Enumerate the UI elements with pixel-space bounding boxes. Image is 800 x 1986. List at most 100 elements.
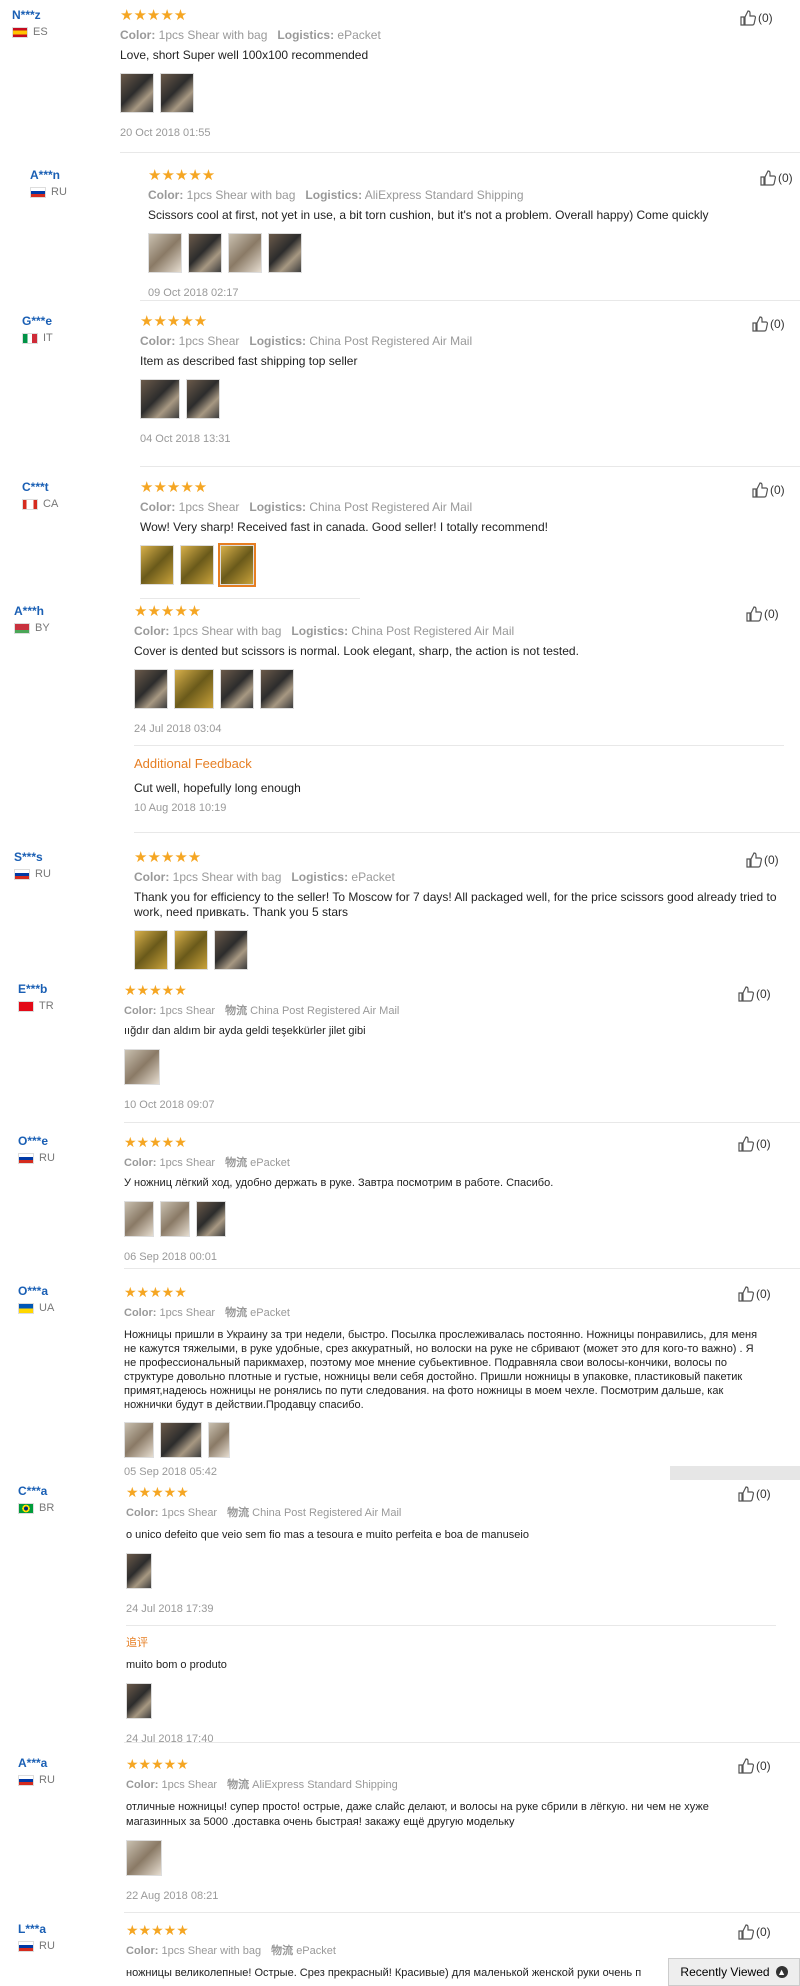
- country-code: ES: [33, 26, 48, 38]
- review-item: O***e RU ★★★★★ Color: 1pcs Shear 物流 ePack…: [0, 1126, 800, 1266]
- flag-icon: [22, 498, 38, 510]
- helpful-count: (0): [764, 607, 779, 621]
- review-photo[interactable]: [124, 1201, 154, 1237]
- logistics-label: 物流: [225, 1157, 248, 1169]
- review-photo[interactable]: [126, 1683, 152, 1719]
- thumbs-up-icon: [752, 482, 768, 498]
- helpful-button[interactable]: (0): [760, 170, 793, 186]
- chevron-up-icon: ▲: [775, 1966, 788, 1978]
- helpful-count: (0): [770, 317, 785, 331]
- review-photo[interactable]: [186, 379, 220, 419]
- thumbs-up-icon: [738, 1136, 754, 1152]
- review-text: Cover is dented but scissors is normal. …: [134, 644, 579, 658]
- review-photo[interactable]: [188, 233, 222, 273]
- review-photo[interactable]: [228, 233, 262, 273]
- review-photo[interactable]: [126, 1553, 152, 1589]
- review-content: ★★★★★ Color: 1pcs Shear 物流 China Post Reg…: [124, 982, 744, 1111]
- review-meta: Color: 1pcs Shear Logistics: China Post R…: [140, 500, 740, 514]
- logistics-label: Logistics:: [291, 624, 349, 638]
- divider: [134, 832, 800, 833]
- review-photo[interactable]: [214, 930, 248, 970]
- review-photo[interactable]: [174, 669, 214, 709]
- review-photo[interactable]: [160, 73, 194, 113]
- review-photo[interactable]: [160, 1201, 190, 1237]
- review-photo[interactable]: [208, 1422, 230, 1458]
- logistics-value: AliExpress Standard Shipping: [252, 1779, 398, 1791]
- review-photo[interactable]: [260, 669, 294, 709]
- review-photo[interactable]: [160, 1422, 202, 1458]
- review-photo-selected[interactable]: [218, 543, 256, 587]
- helpful-button[interactable]: (0): [746, 606, 779, 622]
- reviewer-name: A***h: [14, 604, 45, 618]
- logistics-label: Logistics:: [291, 870, 349, 884]
- helpful-button[interactable]: (0): [752, 482, 785, 498]
- reviewer-name: N***z: [12, 8, 41, 22]
- review-item: N***z ES ★★★★★ Color: 1pcs Shear with ba…: [0, 0, 800, 150]
- flag-icon: [18, 1940, 34, 1952]
- review-photo[interactable]: [268, 233, 302, 273]
- logistics-value: ePacket: [250, 1307, 290, 1319]
- logistics-label: Logistics:: [249, 500, 307, 514]
- review-photo[interactable]: [120, 73, 154, 113]
- reviewer-info: C***a BR: [18, 1484, 54, 1514]
- helpful-button[interactable]: (0): [738, 1486, 771, 1502]
- review-photo[interactable]: [148, 233, 182, 273]
- logistics-label: Logistics:: [305, 188, 363, 202]
- rating-stars: ★★★★★: [134, 849, 202, 866]
- color-label: Color:: [126, 1779, 159, 1791]
- review-photos: [148, 233, 748, 273]
- flag-icon: [18, 1000, 34, 1012]
- review-meta: Color: 1pcs Shear 物流 China Post Registere…: [126, 1504, 746, 1520]
- thumbs-up-icon: [738, 1486, 754, 1502]
- reviewer-country: RU: [18, 1774, 55, 1786]
- flag-icon: [18, 1774, 34, 1786]
- reviewer-name: A***n: [30, 168, 61, 182]
- reviewer-name: E***b: [18, 982, 48, 996]
- review-photo[interactable]: [140, 545, 174, 585]
- color-value: 1pcs Shear: [178, 500, 240, 514]
- review-content: ★★★★★ Color: 1pcs Shear with bag Logistic…: [134, 604, 784, 814]
- review-photo[interactable]: [174, 930, 208, 970]
- review-photo[interactable]: [134, 669, 168, 709]
- helpful-button[interactable]: (0): [738, 1286, 771, 1302]
- reviewer-country: BR: [18, 1502, 54, 1514]
- logistics-label: 物流: [227, 1507, 250, 1519]
- helpful-count: (0): [756, 1137, 771, 1151]
- helpful-button[interactable]: (0): [752, 316, 785, 332]
- review-photo[interactable]: [126, 1840, 162, 1876]
- helpful-count: (0): [770, 483, 785, 497]
- review-photo[interactable]: [220, 669, 254, 709]
- color-value: 1pcs Shear: [159, 1307, 216, 1319]
- review-item: O***a UA ★★★★★ Color: 1pcs Shear 物流 ePack…: [0, 1276, 800, 1478]
- logistics-value: AliExpress Standard Shipping: [364, 188, 524, 202]
- review-meta: Color: 1pcs Shear 物流 China Post Registere…: [124, 1002, 744, 1018]
- review-content: ★★★★★ Color: 1pcs Shear 物流 ePacket У ножн…: [124, 1134, 744, 1263]
- review-photo[interactable]: [140, 379, 180, 419]
- helpful-button[interactable]: (0): [738, 1924, 771, 1940]
- review-text: o unico defeito que veio sem fio mas a t…: [126, 1529, 529, 1541]
- review-date: 09 Oct 2018 02:17: [148, 287, 239, 299]
- review-text: отличные ножницы! супер просто! острые, …: [126, 1801, 709, 1828]
- review-text: ıığdır dan aldım bir ayda geldi teşekkür…: [124, 1025, 366, 1037]
- logistics-label: 物流: [225, 1005, 248, 1017]
- color-label: Color:: [124, 1307, 157, 1319]
- review-text: Ножницы пришли в Украину за три недели, …: [124, 1329, 758, 1411]
- helpful-button[interactable]: (0): [738, 1136, 771, 1152]
- review-photo[interactable]: [124, 1422, 154, 1458]
- helpful-button[interactable]: (0): [738, 1758, 771, 1774]
- rating-stars: ★★★★★: [126, 1756, 189, 1772]
- review-photo[interactable]: [196, 1201, 226, 1237]
- recently-viewed-button[interactable]: Recently Viewed ▲: [668, 1958, 800, 1986]
- review-photo[interactable]: [134, 930, 168, 970]
- review-photo[interactable]: [180, 545, 214, 585]
- review-photos: [126, 1683, 746, 1719]
- review-item: A***a RU ★★★★★ Color: 1pcs Shear 物流 AliEx…: [0, 1748, 800, 1908]
- rating-stars: ★★★★★: [120, 7, 188, 24]
- review-photo[interactable]: [124, 1049, 160, 1085]
- reviewer-country: CA: [22, 498, 58, 510]
- thumbs-up-icon: [746, 852, 762, 868]
- helpful-count: (0): [756, 1487, 771, 1501]
- helpful-button[interactable]: (0): [740, 10, 773, 26]
- helpful-button[interactable]: (0): [738, 986, 771, 1002]
- helpful-button[interactable]: (0): [746, 852, 779, 868]
